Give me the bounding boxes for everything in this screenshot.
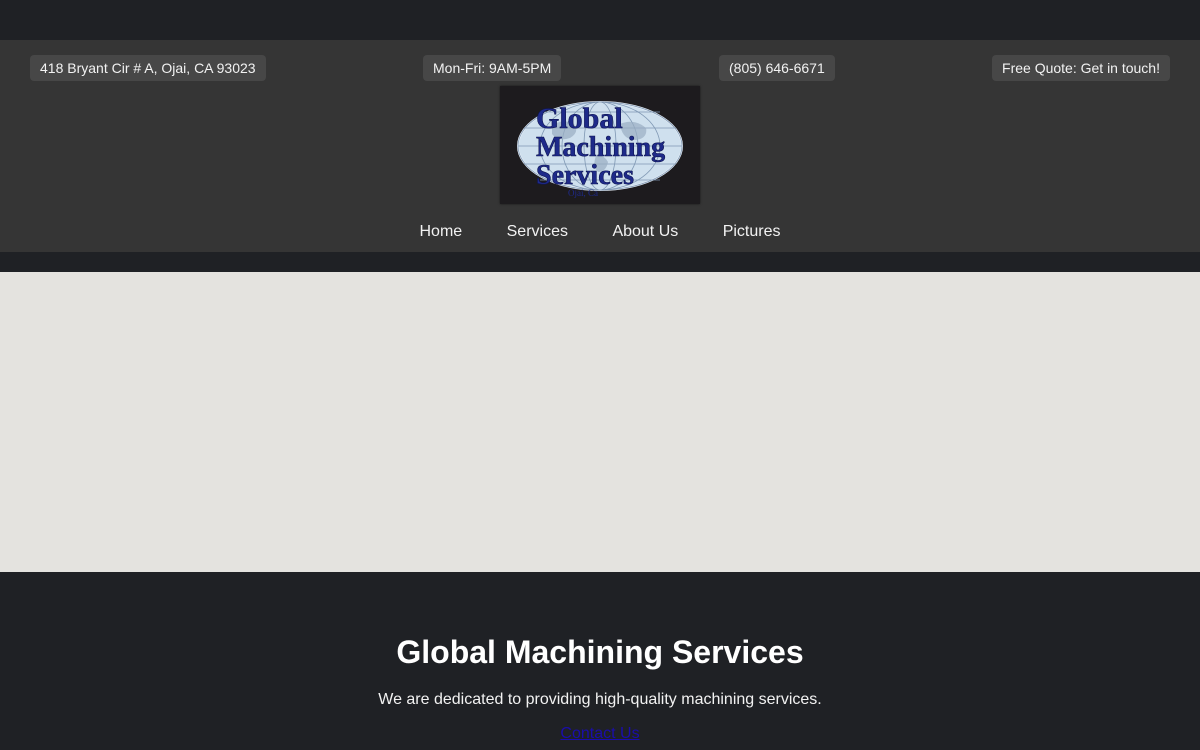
contact-us-link[interactable]: Contact Us [0, 725, 1200, 743]
section-tagline: We are dedicated to providing high-quali… [378, 691, 822, 708]
address-badge: 418 Bryant Cir # A, Ojai, CA 93023 [30, 55, 266, 81]
logo-line1: Global [536, 102, 623, 135]
top-strip [0, 0, 1200, 40]
logo-small-text: Ojai, Ca [568, 188, 598, 198]
nav-home[interactable]: Home [419, 220, 462, 244]
phone-badge[interactable]: (805) 646-6671 [719, 55, 835, 81]
main-nav: Home Services About Us Pictures [0, 220, 1200, 244]
nav-pictures[interactable]: Pictures [723, 220, 781, 244]
logo-globe-image: Global Machining Services Ojai, Ca [517, 101, 683, 198]
free-quote-badge[interactable]: Free Quote: Get in touch! [992, 55, 1170, 81]
section-title: Global Machining Services [396, 634, 804, 670]
header-gap [0, 252, 1200, 272]
hero-banner [0, 272, 1200, 572]
hours-badge: Mon-Fri: 9AM-5PM [423, 55, 562, 81]
site-header: 418 Bryant Cir # A, Ojai, CA 93023 Mon-F… [0, 40, 1200, 252]
site-logo[interactable]: Global Machining Services Ojai, Ca [500, 86, 700, 204]
intro-section: Global Machining Services We are dedicat… [0, 572, 1200, 750]
nav-about-us[interactable]: About Us [612, 220, 678, 244]
logo-line2: Machining [536, 132, 665, 163]
logo-line3: Services [536, 160, 634, 191]
info-bar: 418 Bryant Cir # A, Ojai, CA 93023 Mon-F… [30, 55, 1170, 81]
nav-services[interactable]: Services [507, 220, 568, 244]
